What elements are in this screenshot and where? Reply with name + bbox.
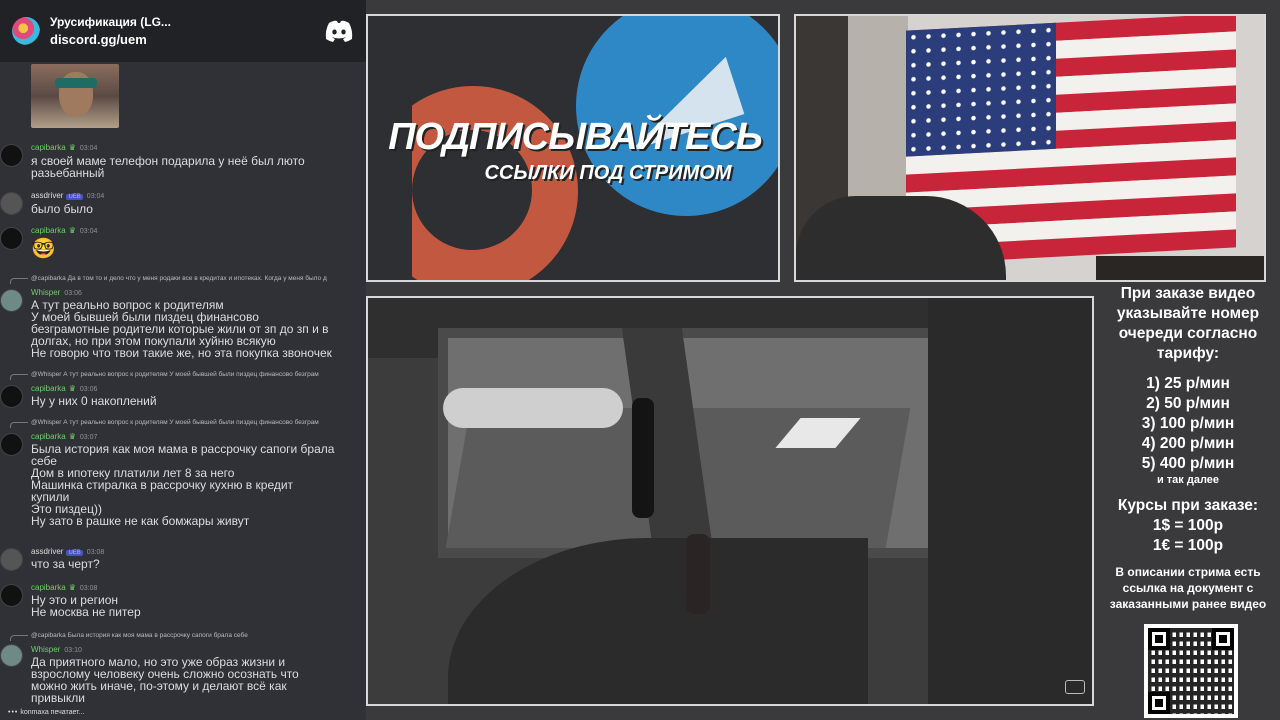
username[interactable]: Whisper 03:10 (31, 645, 82, 654)
watermark-icon (1065, 680, 1085, 694)
crown-icon: ♛ (68, 384, 76, 393)
timestamp: 03:06 (79, 386, 98, 393)
avatar[interactable] (0, 584, 23, 607)
timestamp: 03:08 (86, 549, 105, 556)
message-text: Да приятного мало, но это уже образ жизн… (31, 655, 299, 705)
reply-preview[interactable]: @Whisper А тут реально вопрос к родителя… (31, 419, 366, 426)
timestamp: 03:06 (64, 290, 82, 297)
typing-indicator: ••• konmaxa печатает... (8, 709, 85, 716)
qr-code-icon[interactable] (1144, 624, 1238, 718)
role-badge: UEB (66, 194, 83, 200)
chat-image-attachment[interactable] (31, 64, 119, 128)
promo-subtitle: ССЫЛКИ ПОД СТРИМОМ (484, 162, 732, 184)
rate-item: 1€ = 100р (1152, 537, 1224, 554)
chat-header: Урусификация (LG... discord.gg/uem (0, 0, 366, 62)
discord-logo-icon (325, 20, 353, 42)
username[interactable]: capibarka ♛ 03:08 (31, 583, 97, 592)
timestamp: 03:04 (79, 145, 98, 152)
avatar[interactable] (0, 433, 23, 456)
username[interactable]: capibarka ♛ 03:04 (31, 143, 97, 152)
message-text: Ну у них 0 накоплений (31, 394, 157, 408)
avatar[interactable] (0, 144, 23, 167)
tariff-item: 4) 200 р/мин (1141, 435, 1235, 452)
tariff-item: 1) 25 р/мин (1146, 375, 1230, 392)
server-name: Урусификация (LG... (50, 15, 171, 29)
avatar[interactable] (0, 289, 23, 312)
rates-heading: Курсы при заказе: (1117, 497, 1259, 514)
promo-banner: ПОДПИСЫВАЙТЕСЬ ССЫЛКИ ПОД СТРИМОМ (366, 14, 780, 282)
message-text: было было (31, 202, 93, 216)
username[interactable]: Whisper 03:06 (31, 288, 82, 297)
role-badge: UEB (66, 550, 83, 556)
webcam-feed (794, 14, 1266, 282)
message-text: Была история как моя мама в рассрочку са… (31, 442, 335, 528)
avatar[interactable] (0, 227, 23, 250)
avatar[interactable] (0, 385, 23, 408)
username[interactable]: assdriver UEB 03:04 (31, 191, 104, 200)
avatar[interactable] (0, 644, 23, 667)
timestamp: 03:07 (79, 434, 98, 441)
tariff-item: 2) 50 р/мин (1146, 395, 1230, 412)
message-text: я своей маме телефон подарила у неё был … (31, 154, 305, 180)
crown-icon: ♛ (68, 432, 76, 441)
crown-icon: ♛ (68, 583, 76, 592)
timestamp: 03:08 (79, 585, 98, 592)
timestamp: 03:04 (86, 193, 105, 200)
order-info-panel: При заказе видео указывайте номер очеред… (1096, 282, 1280, 720)
reply-preview[interactable]: @capibarka Да в том то и дело что у меня… (31, 275, 366, 282)
order-heading: При заказе видео указывайте номер очеред… (1116, 285, 1260, 362)
nerd-emoji: 🤓 (31, 238, 56, 260)
promo-title: ПОДПИСЫВАЙТЕСЬ (388, 116, 763, 158)
avatar[interactable] (0, 548, 23, 571)
reply-preview[interactable]: @capibarka Была история как моя мама в р… (31, 632, 366, 639)
crown-icon: ♛ (68, 143, 76, 152)
tariff-item: 3) 100 р/мин (1141, 415, 1235, 432)
username[interactable]: capibarka ♛ 03:06 (31, 384, 97, 393)
username[interactable]: capibarka ♛ 03:07 (31, 432, 97, 441)
message-text: что за черт? (31, 557, 100, 571)
message-text: А тут реально вопрос к родителям У моей … (31, 298, 332, 360)
video-figure (632, 398, 654, 518)
main-video-player[interactable] (366, 296, 1094, 706)
message-text: Ну это и регион Не москва не питер (31, 593, 141, 619)
timestamp: 03:10 (64, 647, 82, 654)
discord-chat-panel: Урусификация (LG... discord.gg/uem capib… (0, 0, 366, 720)
username[interactable]: capibarka ♛ 03:04 (31, 226, 97, 235)
tariff-item: 5) 400 р/мин (1141, 455, 1235, 472)
rate-item: 1$ = 100р (1152, 517, 1224, 534)
video-figure (686, 534, 710, 614)
username[interactable]: assdriver UEB 03:08 (31, 547, 104, 556)
avatar[interactable] (0, 192, 23, 215)
reply-preview[interactable]: @Whisper А тут реально вопрос к родителя… (31, 371, 366, 378)
tariff-more: и так далее (1156, 474, 1220, 486)
crown-icon: ♛ (68, 226, 76, 235)
server-invite-link[interactable]: discord.gg/uem (50, 32, 324, 47)
tariff-list: 1) 25 р/мин 2) 50 р/мин 3) 100 р/мин 4) … (1096, 374, 1280, 486)
server-icon (12, 17, 40, 45)
timestamp: 03:04 (79, 228, 98, 235)
description-note: В описании стрима есть ссылка на докумен… (1109, 565, 1267, 611)
stream-overlay: Урусификация (LG... discord.gg/uem capib… (0, 0, 1280, 720)
